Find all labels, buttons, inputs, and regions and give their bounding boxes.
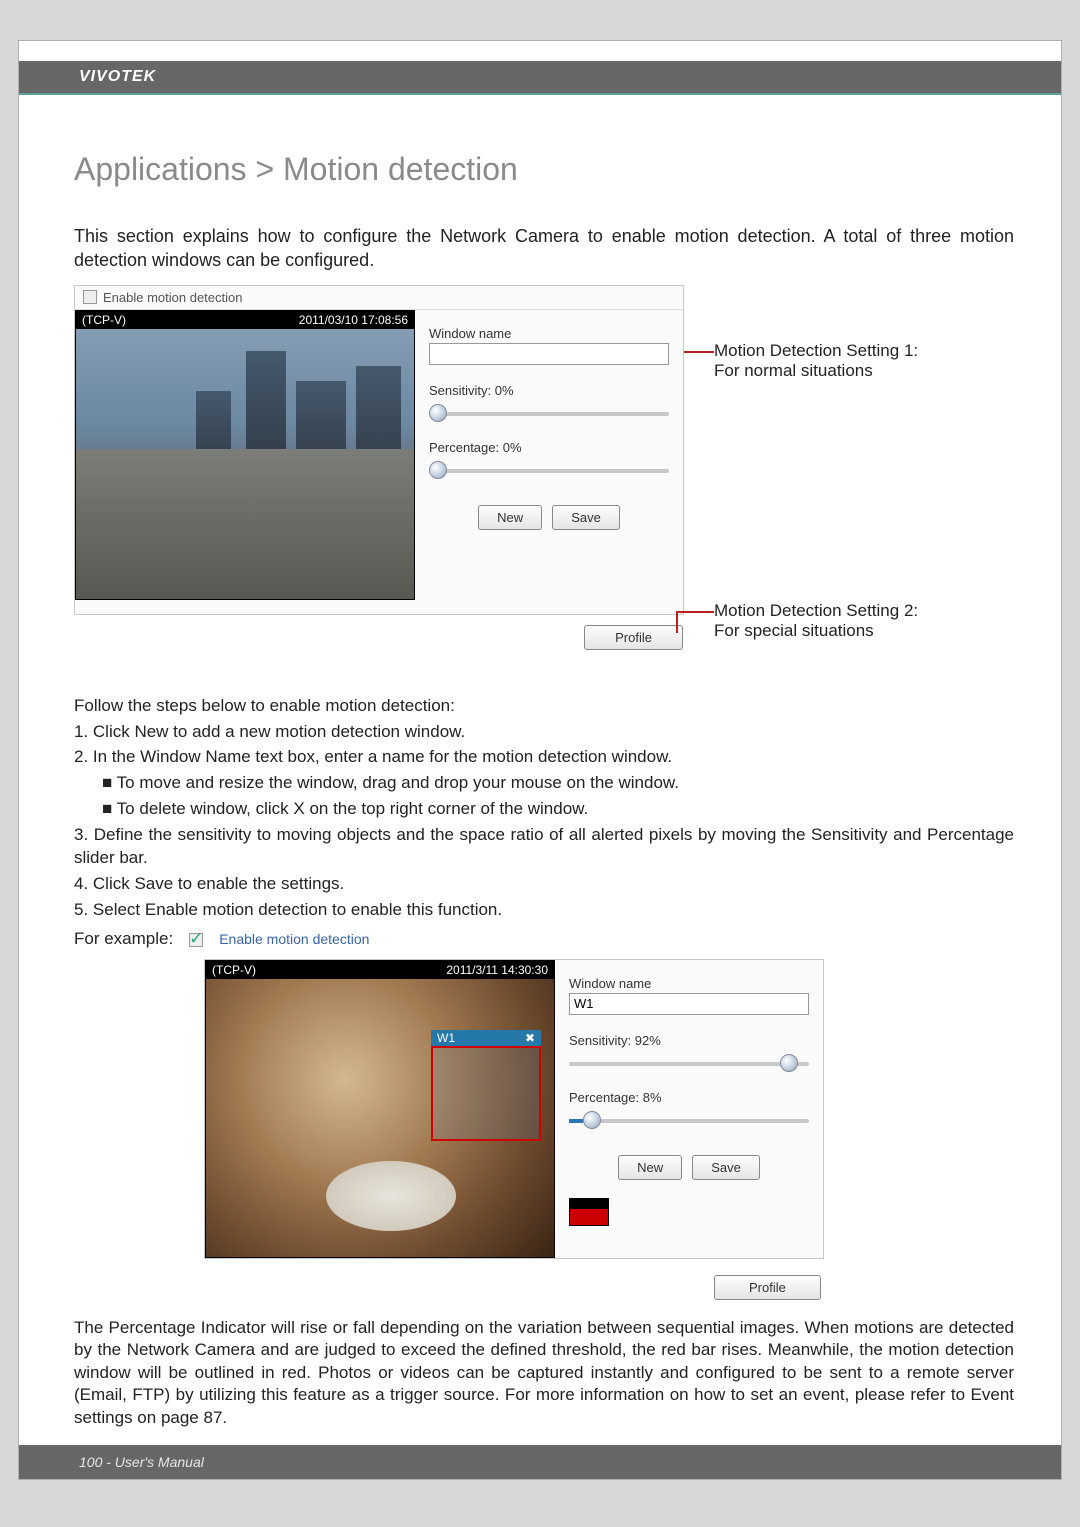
step-2b: ■ To delete window, click X on the top r… [74, 798, 1014, 821]
anno2-line2: For special situations [714, 621, 918, 641]
example-enable-label: Enable motion detection [219, 930, 369, 949]
percentage-label-2: Percentage: 8% [569, 1090, 809, 1105]
step-3: 3. Define the sensitivity to moving obje… [74, 824, 1014, 870]
motion-panel-1: Enable motion detection (TCP-V) 2011/03/… [74, 285, 684, 615]
anno1-line1: Motion Detection Setting 1: [714, 341, 918, 361]
step-2a: ■ To move and resize the window, drag an… [74, 772, 1014, 795]
motion-controls-1: Window name Sensitivity: 0% Percentage: … [415, 310, 683, 600]
video-preview-2[interactable]: (TCP-V) 2011/3/11 14:30:30 W1 ✖ [205, 960, 555, 1258]
stream-name: (TCP-V) [82, 313, 126, 327]
profile-button-2[interactable]: Profile [714, 1275, 821, 1300]
anno2-line1: Motion Detection Setting 2: [714, 601, 918, 621]
motion-box-close-icon[interactable]: ✖ [525, 1031, 535, 1045]
stream-timestamp: 2011/03/10 17:08:56 [299, 313, 408, 327]
save-button-2[interactable]: Save [692, 1155, 760, 1180]
page-header: VIVOTEK [19, 61, 1061, 93]
page-title: Applications > Motion detection [74, 151, 1014, 188]
step-2: 2. In the Window Name text box, enter a … [74, 746, 1014, 769]
new-button[interactable]: New [478, 505, 542, 530]
motion-panel-2: (TCP-V) 2011/3/11 14:30:30 W1 ✖ Window [204, 959, 824, 1259]
for-example-label: For example: [74, 928, 173, 951]
annotation-setting-1: Motion Detection Setting 1: For normal s… [714, 341, 918, 381]
enable-motion-checkbox[interactable] [83, 290, 97, 304]
new-button-2[interactable]: New [618, 1155, 682, 1180]
percentage-slider[interactable] [429, 459, 669, 483]
stream-name-2: (TCP-V) [212, 963, 256, 977]
example-enable-checkbox[interactable] [189, 933, 203, 947]
sensitivity-label: Sensitivity: 0% [429, 383, 669, 398]
step-5: 5. Select Enable motion detection to ena… [74, 899, 1014, 922]
motion-controls-2: Window name Sensitivity: 92% Percentage:… [555, 960, 823, 1258]
closing-paragraph: The Percentage Indicator will rise or fa… [74, 1317, 1014, 1429]
percentage-slider-2[interactable] [569, 1109, 809, 1133]
save-button[interactable]: Save [552, 505, 620, 530]
footer-text: 100 - User's Manual [79, 1454, 204, 1470]
motion-box-label: W1 [437, 1031, 455, 1045]
sensitivity-slider[interactable] [429, 402, 669, 426]
stream-timestamp-2: 2011/3/11 14:30:30 [446, 963, 548, 977]
anno1-line2: For normal situations [714, 361, 918, 381]
window-name-input[interactable] [429, 343, 669, 365]
sensitivity-label-2: Sensitivity: 92% [569, 1033, 809, 1048]
enable-motion-label: Enable motion detection [103, 290, 242, 305]
window-name-label: Window name [429, 326, 669, 341]
step-1: 1. Click New to add a new motion detecti… [74, 721, 1014, 744]
percentage-indicator [569, 1198, 609, 1226]
header-rule [19, 93, 1061, 95]
annotation-setting-2: Motion Detection Setting 2: For special … [714, 601, 918, 641]
brand-logo: VIVOTEK [79, 68, 156, 86]
step-4: 4. Click Save to enable the settings. [74, 873, 1014, 896]
video-preview-1[interactable]: (TCP-V) 2011/03/10 17:08:56 [75, 310, 415, 600]
sensitivity-slider-2[interactable] [569, 1052, 809, 1076]
profile-button[interactable]: Profile [584, 625, 683, 650]
steps-intro: Follow the steps below to enable motion … [74, 695, 1014, 718]
page-footer: 100 - User's Manual [19, 1445, 1061, 1479]
window-name-label-2: Window name [569, 976, 809, 991]
motion-window-box[interactable]: W1 ✖ [431, 1046, 541, 1141]
percentage-label: Percentage: 0% [429, 440, 669, 455]
window-name-input-2[interactable] [569, 993, 809, 1015]
intro-paragraph: This section explains how to configure t… [74, 224, 1014, 273]
